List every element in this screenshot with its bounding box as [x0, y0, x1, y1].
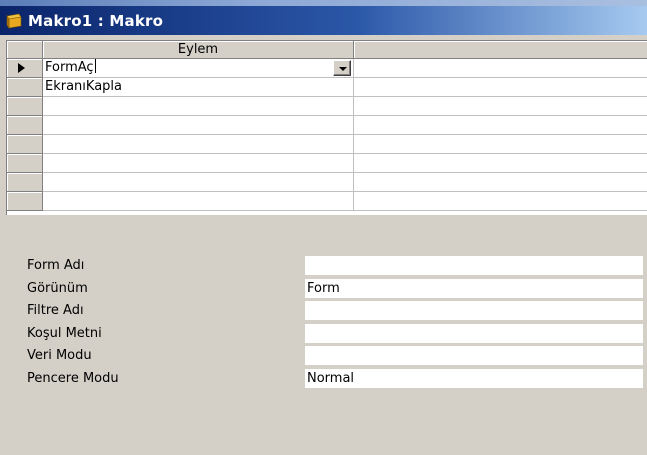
table-row[interactable]: FormAç	[7, 59, 647, 78]
row-selector[interactable]	[7, 173, 43, 192]
action-text: EkranıKapla	[45, 79, 122, 94]
argument-value-field[interactable]	[305, 346, 643, 366]
action-dropdown-button[interactable]	[333, 60, 351, 76]
column-header-action[interactable]: Eylem	[43, 41, 354, 59]
argument-label: Görünüm	[27, 281, 88, 296]
argument-row: Form Adı	[0, 255, 647, 277]
action-cell[interactable]	[43, 173, 354, 192]
argument-value-field[interactable]	[305, 301, 643, 321]
action-cell[interactable]	[43, 154, 354, 173]
row-selector[interactable]	[7, 59, 43, 78]
select-all-corner[interactable]	[7, 41, 43, 59]
argument-value-field[interactable]	[305, 324, 643, 344]
action-cell[interactable]	[43, 135, 354, 154]
argument-row: Koşul Metni	[0, 323, 647, 345]
column-header-comment[interactable]	[354, 41, 647, 59]
current-row-pointer-icon	[18, 63, 25, 73]
comment-cell[interactable]	[354, 192, 647, 211]
comment-cell[interactable]	[354, 78, 647, 97]
row-selector[interactable]	[7, 78, 43, 97]
row-selector[interactable]	[7, 192, 43, 211]
comment-cell[interactable]	[354, 154, 647, 173]
macro-grid: Eylem FormAç EkranıKapla	[6, 40, 647, 215]
action-cell[interactable]	[43, 116, 354, 135]
argument-label: Pencere Modu	[27, 371, 119, 386]
row-selector[interactable]	[7, 97, 43, 116]
argument-label: Koşul Metni	[27, 326, 102, 341]
row-selector[interactable]	[7, 135, 43, 154]
argument-label: Filtre Adı	[27, 303, 84, 318]
comment-cell[interactable]	[354, 116, 647, 135]
window-title: Makro1 : Makro	[28, 11, 164, 30]
action-cell[interactable]	[43, 97, 354, 116]
argument-row: Pencere Modu Normal	[0, 368, 647, 390]
table-row[interactable]	[7, 97, 647, 116]
table-row[interactable]	[7, 116, 647, 135]
argument-row: Filtre Adı	[0, 300, 647, 322]
argument-row: Görünüm Form	[0, 278, 647, 300]
text-caret	[94, 59, 96, 73]
argument-row: Veri Modu	[0, 345, 647, 367]
table-row[interactable]	[7, 192, 647, 211]
argument-label: Form Adı	[27, 258, 85, 273]
table-row[interactable]	[7, 135, 647, 154]
comment-cell[interactable]	[354, 59, 647, 78]
macro-icon	[6, 13, 22, 29]
grid-header: Eylem	[7, 41, 647, 59]
row-selector[interactable]	[7, 154, 43, 173]
chevron-down-icon	[339, 67, 347, 71]
comment-cell[interactable]	[354, 135, 647, 154]
action-cell[interactable]	[43, 192, 354, 211]
action-text: FormAç	[45, 60, 94, 75]
action-cell[interactable]: FormAç	[43, 59, 354, 78]
table-row[interactable]	[7, 173, 647, 192]
action-cell[interactable]: EkranıKapla	[43, 78, 354, 97]
title-bar[interactable]: Makro1 : Makro	[0, 6, 647, 35]
argument-value-field[interactable]: Normal	[305, 369, 643, 389]
comment-cell[interactable]	[354, 97, 647, 116]
argument-label: Veri Modu	[27, 348, 92, 363]
table-row[interactable]	[7, 154, 647, 173]
argument-value-field[interactable]	[305, 256, 643, 276]
table-row[interactable]: EkranıKapla	[7, 78, 647, 97]
row-selector[interactable]	[7, 116, 43, 135]
argument-value-field[interactable]: Form	[305, 279, 643, 299]
comment-cell[interactable]	[354, 173, 647, 192]
